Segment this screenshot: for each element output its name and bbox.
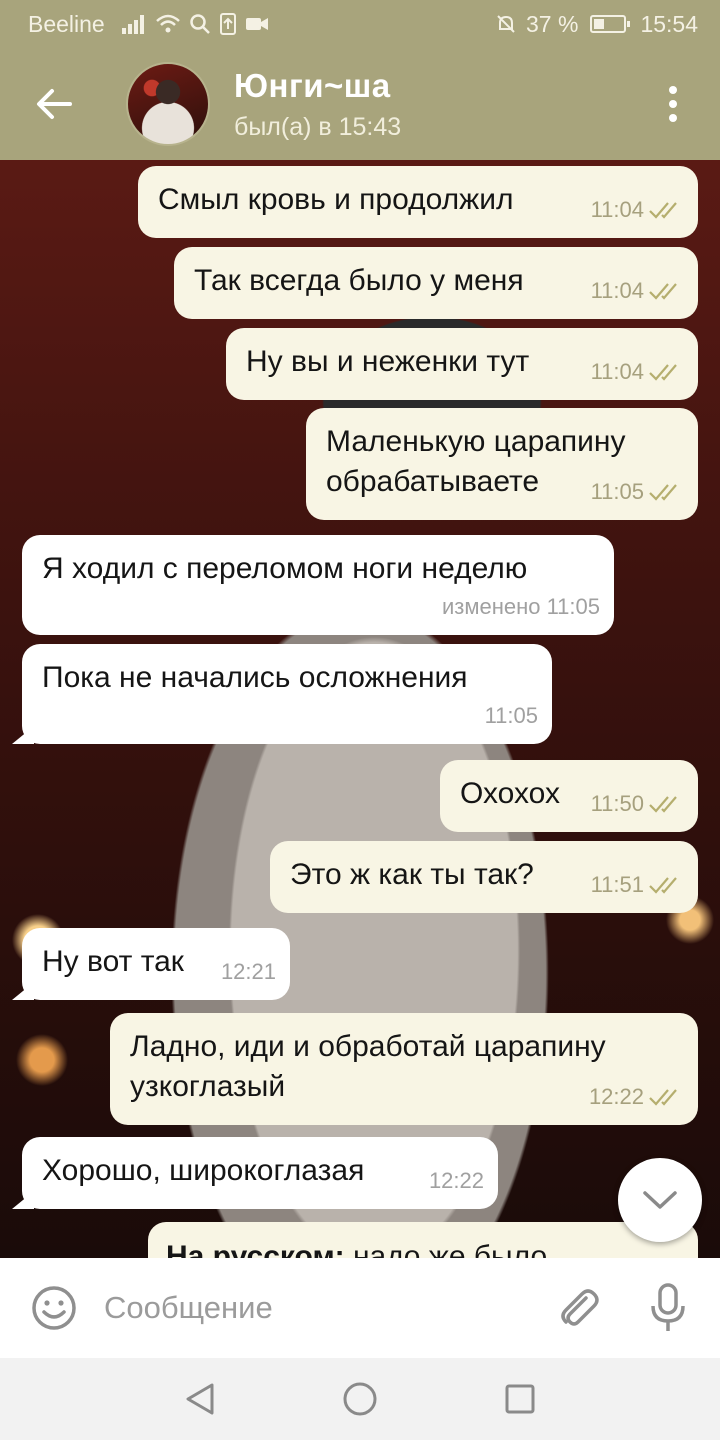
message-text: Хорошо, широкоглазая [42,1154,365,1187]
upload-icon [219,13,236,35]
more-menu-button[interactable] [648,72,698,136]
status-icons [121,12,269,36]
search-icon [189,14,210,34]
muted-bell-icon [497,15,515,33]
status-bar: Beeline 37 % 15:54 [0,0,720,48]
video-icon [245,18,268,30]
arrow-left-icon [37,89,72,119]
dot-icon [669,100,677,108]
message-text: Ладно, иди и обработай царапину узкоглаз… [130,1030,615,1103]
message-time: 12:22 [428,1168,484,1193]
message-outgoing[interactable]: Так всегда было у меня 11:04 [174,247,698,319]
message-text: Ну вот так [42,945,184,978]
carrier-name: Beeline [28,10,105,37]
message-text: Так всегда было у меня [194,264,524,297]
message-outgoing[interactable]: Это ж как ты так? 11:51 [270,841,698,913]
triangle-back-icon [186,1383,214,1415]
double-check-icon [649,283,677,300]
battery-icon [590,15,631,33]
message-time: 11:05 [590,479,644,504]
back-button[interactable] [22,72,86,136]
message-time: изменено 11:05 [441,594,600,619]
wifi-icon [155,14,180,33]
message-outgoing[interactable]: Маленькую царапину обрабатываете 11:05 [306,408,698,520]
double-check-icon [649,202,677,219]
message-outgoing[interactable]: Ладно, иди и обработай царапину узкоглаз… [110,1013,698,1125]
clock: 15:54 [640,10,698,37]
square-recents-icon [505,1384,535,1414]
message-incoming[interactable]: Я ходил с переломом ноги неделю изменено… [22,535,614,635]
message-outgoing[interactable]: Ну вы и неженки тут 11:04 [226,328,698,400]
double-check-icon [649,877,677,894]
message-time: 11:05 [484,703,538,728]
message-outgoing[interactable]: Смыл кровь и продолжил 11:04 [138,166,698,238]
message-text: Ну вы и неженки тут [246,345,530,378]
attach-button[interactable] [548,1278,608,1338]
contact-name: Юнги~ша [234,66,391,104]
chat-area[interactable]: Смыл кровь и продолжил 11:04 Так всегда … [0,160,720,1258]
contact-info[interactable]: Юнги~ша был(а) в 15:43 [234,67,648,142]
message-incoming[interactable]: Ну вот так 12:21 [12,928,290,1000]
double-check-icon [649,364,677,381]
chevron-down-icon [643,1191,677,1209]
system-nav-bar [0,1358,720,1440]
message-outgoing[interactable]: Охохох 11:50 [440,760,698,832]
message-text: Пока не начались осложнения [42,661,468,694]
message-time: 12:22 [588,1084,644,1109]
message-time: 11:04 [590,278,644,303]
message-input-bar [0,1258,720,1358]
nav-recents-button[interactable] [490,1369,550,1429]
message-time: 11:04 [590,197,644,222]
microphone-icon [651,1283,685,1331]
message-time: 12:21 [220,959,276,984]
smiley-icon [32,1286,76,1330]
chat-header: Юнги~ша был(а) в 15:43 [0,48,720,160]
nav-back-button[interactable] [170,1369,230,1429]
message-incoming[interactable]: Пока не начались осложнения 11:05 [12,644,552,744]
signal-icon [121,15,144,34]
message-time: 11:04 [590,359,644,384]
message-text: Маленькую царапину обрабатываете [326,425,634,498]
double-check-icon [649,796,677,813]
message-text: Я ходил с переломом ноги неделю [42,552,528,585]
message-text: Это ж как ты так? [290,858,534,891]
battery-percent: 37 % [526,10,579,37]
message-text: Охохох [460,777,561,810]
message-time: 11:51 [590,872,644,897]
circle-home-icon [343,1382,377,1416]
double-check-icon [649,1089,677,1106]
contact-avatar[interactable] [126,62,210,146]
message-incoming[interactable]: Хорошо, широкоглазая 12:22 [12,1137,498,1209]
contact-last-seen: был(а) в 15:43 [234,112,402,141]
message-time: 11:50 [590,791,644,816]
nav-home-button[interactable] [330,1369,390,1429]
double-check-icon [649,484,677,501]
message-input[interactable] [104,1278,548,1338]
emoji-button[interactable] [24,1278,84,1338]
dot-icon [669,114,677,122]
microphone-button[interactable] [638,1278,698,1338]
dot-icon [669,86,677,94]
message-text: Смыл кровь и продолжил [158,183,514,216]
paperclip-icon [561,1289,599,1326]
scroll-down-button[interactable] [618,1158,702,1242]
